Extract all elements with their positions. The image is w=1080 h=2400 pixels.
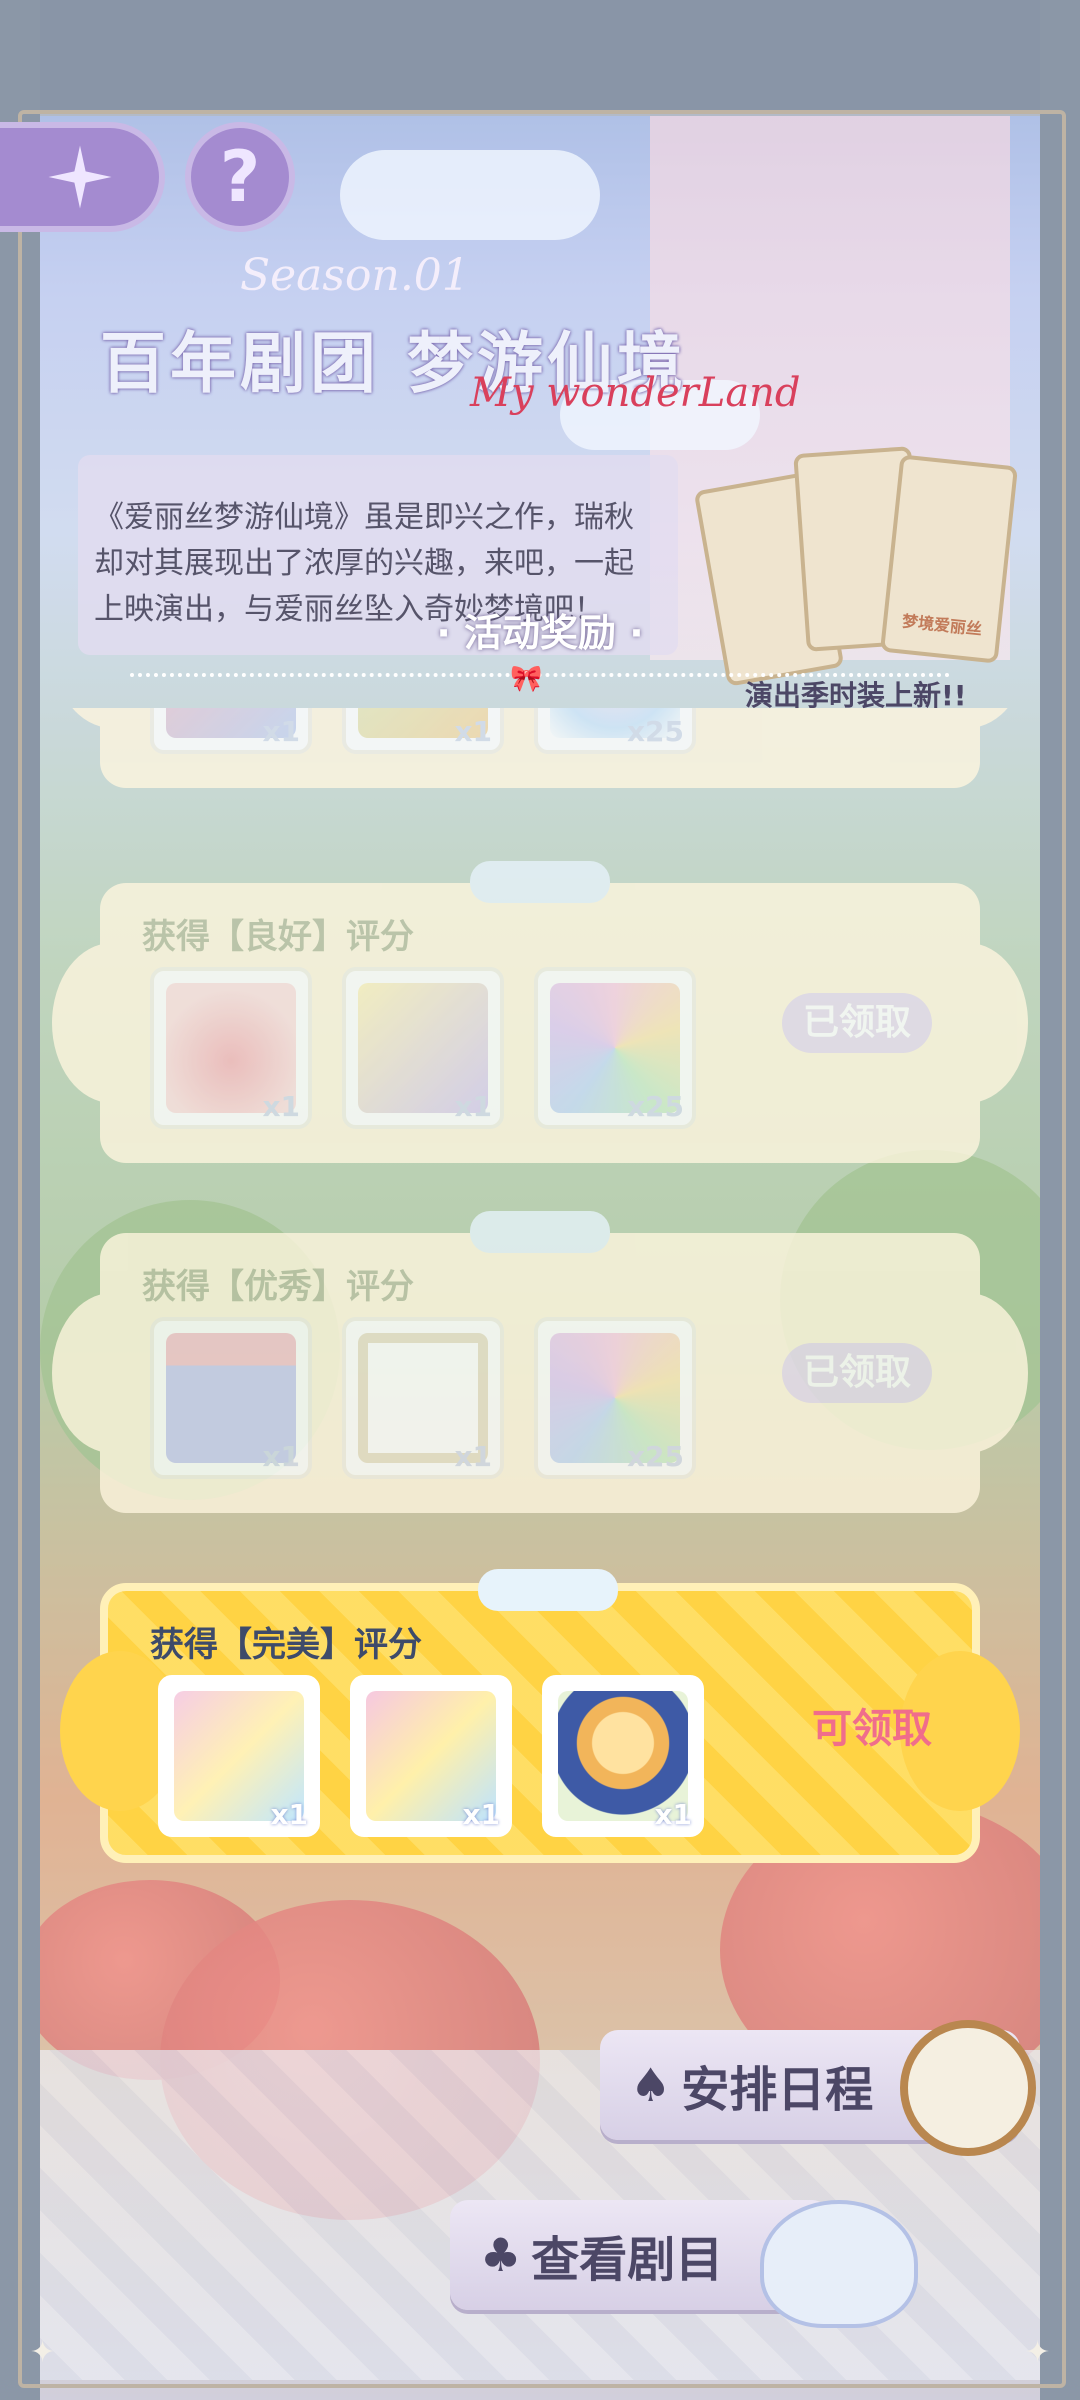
item-quantity: x1 [654,1798,692,1831]
claimed-badge: 已领取 [782,1343,932,1403]
schedule-label: 安排日程 [681,2062,874,2118]
season-label: Season.01 [240,250,470,301]
reward-item[interactable]: x1 [158,1675,320,1837]
view-plays-label: 查看剧目 [531,2232,724,2288]
back-button[interactable] [0,122,165,232]
reward-card-excellent: 获得【优秀】评分 x1 x1 x25 已领取 [52,1211,1028,1513]
bow-decoration [478,1569,618,1611]
club-icon: ♣ [480,2228,522,2282]
reward-item[interactable]: x25 [534,708,696,754]
item-quantity: x1 [270,1798,308,1831]
star-icon: ✦ [1025,2335,1051,2370]
bow-icon: 🎀 [510,664,543,694]
reward-item[interactable]: x1 [342,708,504,754]
claim-button[interactable]: 可领取 [812,1696,932,1754]
reward-item[interactable]: x1 [150,1317,312,1479]
item-quantity: x25 [626,1090,684,1123]
claimed-badge: 已领取 [782,993,932,1053]
item-quantity: x1 [454,715,492,748]
help-button[interactable]: ? [185,122,295,232]
reward-items: x1 x1 x1 [158,1675,704,1837]
reward-condition: 获得【优秀】评分 [142,1267,414,1307]
reward-items: x1 x1 x25 [150,708,696,754]
bow-decoration [470,861,610,903]
section-title: · 活动奖励 · [436,611,644,655]
reward-item[interactable]: x1 [342,967,504,1129]
question-icon: ? [219,136,261,218]
compass-star-icon [48,145,111,209]
reward-item[interactable]: x25 [534,1317,696,1479]
reward-list[interactable]: x1 x1 x25 获得【良好】评分 x1 x1 x25 已领取 获得【优秀】评… [0,708,1080,1898]
reward-condition: 获得【完美】评分 [150,1625,422,1665]
reward-card-good: 获得【良好】评分 x1 x1 x25 已领取 [52,861,1028,1163]
bow-decoration [470,1211,610,1253]
reward-condition: 获得【良好】评分 [142,917,414,957]
item-quantity: x1 [454,1440,492,1473]
item-quantity: x25 [626,1440,684,1473]
reward-item[interactable]: x1 [150,967,312,1129]
event-title-logo: Season.01 百年剧团 梦游仙境 My wonderLand [90,250,810,430]
item-quantity: x1 [454,1090,492,1123]
teapot-icon [760,2200,918,2328]
item-quantity: x1 [462,1798,500,1831]
reward-items: x1 x1 x25 [150,1317,696,1479]
pocket-watch-icon [900,2020,1036,2156]
item-quantity: x1 [262,1090,300,1123]
reward-item[interactable]: x1 [350,1675,512,1837]
reward-card: x1 x1 x25 [52,708,1028,788]
item-quantity: x1 [262,715,300,748]
reward-item[interactable]: x25 [534,967,696,1129]
event-subtitle: My wonderLand [470,370,801,416]
item-quantity: x25 [626,715,684,748]
reward-item[interactable]: x1 [542,1675,704,1837]
reward-item[interactable]: x1 [150,708,312,754]
reward-card-perfect[interactable]: 获得【完美】评分 x1 x1 x1 可领取 [60,1569,1020,1863]
star-icon: ✦ [30,2335,56,2370]
reward-items: x1 x1 x25 [150,967,696,1129]
spade-icon: ♠ [630,2058,672,2112]
item-quantity: x1 [262,1440,300,1473]
reward-item[interactable]: x1 [342,1317,504,1479]
